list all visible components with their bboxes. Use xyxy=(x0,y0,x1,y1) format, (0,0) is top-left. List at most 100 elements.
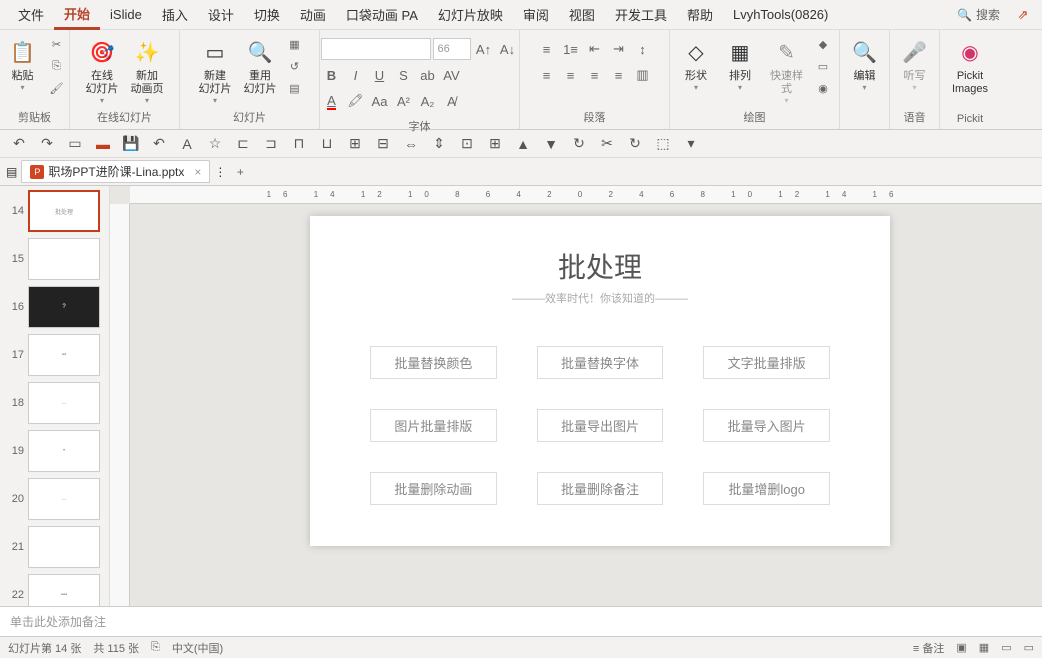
qat-dist-v[interactable]: ⇕ xyxy=(428,133,450,155)
qat-group-icon[interactable]: ⊡ xyxy=(456,133,478,155)
fill-icon[interactable]: ◆ xyxy=(813,34,833,54)
tab-animation[interactable]: 动画 xyxy=(290,1,336,28)
tab-pocket[interactable]: 口袋动画 PA xyxy=(336,1,428,28)
edit-button[interactable]: 🔍编辑▾ xyxy=(845,34,885,94)
tab-menu-icon[interactable]: ⋮ xyxy=(214,165,226,179)
qat-rotate-icon[interactable]: ↻ xyxy=(568,133,590,155)
indent-right-icon[interactable]: ⇥ xyxy=(608,38,630,60)
close-tab-icon[interactable]: × xyxy=(194,165,201,179)
add-tab-button[interactable]: + xyxy=(230,162,250,182)
align-center-icon[interactable]: ≡ xyxy=(560,64,582,86)
thumb-22[interactable]: 22▪▪▪ xyxy=(4,574,105,606)
qat-btn-4[interactable]: ▬ xyxy=(92,133,114,155)
thumb-20[interactable]: 20... xyxy=(4,478,105,520)
reuse-slide-button[interactable]: 🔍重用 幻灯片 xyxy=(240,34,281,98)
slide-title[interactable]: 批处理 xyxy=(310,246,890,286)
thumb-21[interactable]: 21 xyxy=(4,526,105,568)
cell-9[interactable]: 批量增删logo xyxy=(703,472,830,505)
numbering-icon[interactable]: 1≡ xyxy=(560,38,582,60)
copy-icon[interactable]: ⎘ xyxy=(47,56,67,76)
qat-textbox-icon[interactable]: A xyxy=(176,133,198,155)
cell-1[interactable]: 批量替换颜色 xyxy=(370,346,497,379)
slide-subtitle[interactable]: ———效率时代！你该知道的——— xyxy=(310,290,890,306)
quickstyle-button[interactable]: ✎快速样式▾ xyxy=(764,34,809,107)
view-reading-icon[interactable]: ▭ xyxy=(1001,641,1011,654)
notes-pane[interactable]: 单击此处添加备注 xyxy=(0,606,1042,636)
strike-icon[interactable]: S xyxy=(393,64,415,86)
shrink-font-icon[interactable]: A↓ xyxy=(497,38,519,60)
clear-format-icon[interactable]: A̸ xyxy=(441,90,463,112)
tab-slideshow[interactable]: 幻灯片放映 xyxy=(428,1,513,28)
new-anim-button[interactable]: ✨新加 动画页▾ xyxy=(127,34,168,107)
paste-button[interactable]: 📋 粘贴 ▾ xyxy=(3,34,43,94)
view-normal-icon[interactable]: ▣ xyxy=(956,641,966,654)
qat-redo-icon[interactable]: ↻ xyxy=(624,133,646,155)
sup-icon[interactable]: A² xyxy=(393,90,415,112)
document-tab[interactable]: P 职场PPT进阶课-Lina.pptx × xyxy=(21,160,210,183)
grow-font-icon[interactable]: A↑ xyxy=(473,38,495,60)
qat-btn-3[interactable]: ▭ xyxy=(64,133,86,155)
new-slide-button[interactable]: ▭新建 幻灯片▾ xyxy=(195,34,236,107)
thumb-16[interactable]: 16? xyxy=(4,286,105,328)
cell-4[interactable]: 图片批量排版 xyxy=(370,409,497,442)
cell-5[interactable]: 批量导出图片 xyxy=(537,409,664,442)
qat-align-4[interactable]: ⊔ xyxy=(316,133,338,155)
bold-icon[interactable]: B xyxy=(321,64,343,86)
columns-icon[interactable]: ▥ xyxy=(632,64,654,86)
qat-star-icon[interactable]: ☆ xyxy=(204,133,226,155)
layout-icon[interactable]: ▦ xyxy=(285,34,305,54)
qat-back-icon[interactable]: ▼ xyxy=(540,133,562,155)
tab-transition[interactable]: 切换 xyxy=(244,1,290,28)
cell-6[interactable]: 批量导入图片 xyxy=(703,409,830,442)
thumb-17[interactable]: 17▪▪ xyxy=(4,334,105,376)
tab-islide[interactable]: iSlide xyxy=(100,3,152,26)
tab-review[interactable]: 审阅 xyxy=(513,1,559,28)
qat-btn-1[interactable]: ↶ xyxy=(8,133,30,155)
cell-7[interactable]: 批量删除动画 xyxy=(370,472,497,505)
tab-home[interactable]: 开始 xyxy=(54,0,100,30)
case-icon[interactable]: Aa xyxy=(369,90,391,112)
tab-lvyh[interactable]: LvyhTools(0826) xyxy=(723,3,838,26)
pickit-button[interactable]: ◉Pickit Images xyxy=(948,34,992,98)
slide-content[interactable]: 批处理 ———效率时代！你该知道的——— 批量替换颜色 批量替换字体 文字批量排… xyxy=(310,216,890,546)
status-spellcheck-icon[interactable]: ⎘ xyxy=(151,641,160,654)
dictate-button[interactable]: 🎤听写▾ xyxy=(895,34,935,94)
reset-icon[interactable]: ↺ xyxy=(285,56,305,76)
qat-align-5[interactable]: ⊞ xyxy=(344,133,366,155)
shadow-icon[interactable]: ab xyxy=(417,64,439,86)
thumb-14[interactable]: 14批处理 xyxy=(4,190,105,232)
indent-left-icon[interactable]: ⇤ xyxy=(584,38,606,60)
line-spacing-icon[interactable]: ↕ xyxy=(632,38,654,60)
spacing-icon[interactable]: AV xyxy=(441,64,463,86)
qat-btn-2[interactable]: ↷ xyxy=(36,133,58,155)
italic-icon[interactable]: I xyxy=(345,64,367,86)
bullets-icon[interactable]: ≡ xyxy=(536,38,558,60)
qat-align-2[interactable]: ⊐ xyxy=(260,133,282,155)
qat-more-icon[interactable]: ▾ xyxy=(680,133,702,155)
qat-dist-h[interactable]: ⇔ xyxy=(400,133,422,155)
tab-design[interactable]: 设计 xyxy=(198,1,244,28)
qat-align-6[interactable]: ⊟ xyxy=(372,133,394,155)
cell-8[interactable]: 批量删除备注 xyxy=(537,472,664,505)
tab-insert[interactable]: 插入 xyxy=(152,1,198,28)
justify-icon[interactable]: ≡ xyxy=(608,64,630,86)
qat-align-3[interactable]: ⊓ xyxy=(288,133,310,155)
view-slideshow-icon[interactable]: ▭ xyxy=(1024,641,1034,654)
search-box[interactable]: 🔍 搜索 xyxy=(957,6,1000,23)
cut-icon[interactable]: ✂ xyxy=(47,34,67,54)
online-slides-button[interactable]: 🎯在线 幻灯片▾ xyxy=(82,34,123,107)
status-lang[interactable]: 中文(中国) xyxy=(172,640,223,656)
thumbnail-panel[interactable]: 14批处理 15 16? 17▪▪ 18... 19• 20... 21 22▪… xyxy=(0,186,110,606)
qat-save-icon[interactable]: 💾 xyxy=(120,133,142,155)
format-painter-icon[interactable]: 🖌 xyxy=(47,78,67,98)
qat-3d-icon[interactable]: ⬚ xyxy=(652,133,674,155)
outline-icon[interactable]: ▭ xyxy=(813,56,833,76)
highlight-icon[interactable]: 🖍 xyxy=(345,90,367,112)
cell-3[interactable]: 文字批量排版 xyxy=(703,346,830,379)
tab-dev[interactable]: 开发工具 xyxy=(605,1,677,28)
font-size-combo[interactable]: 66 xyxy=(433,38,471,60)
view-sorter-icon[interactable]: ▦ xyxy=(979,641,989,654)
qat-crop-icon[interactable]: ✂ xyxy=(596,133,618,155)
share-icon[interactable]: ⇗ xyxy=(1012,4,1034,26)
doc-nav-icon[interactable]: ▤ xyxy=(6,165,17,179)
